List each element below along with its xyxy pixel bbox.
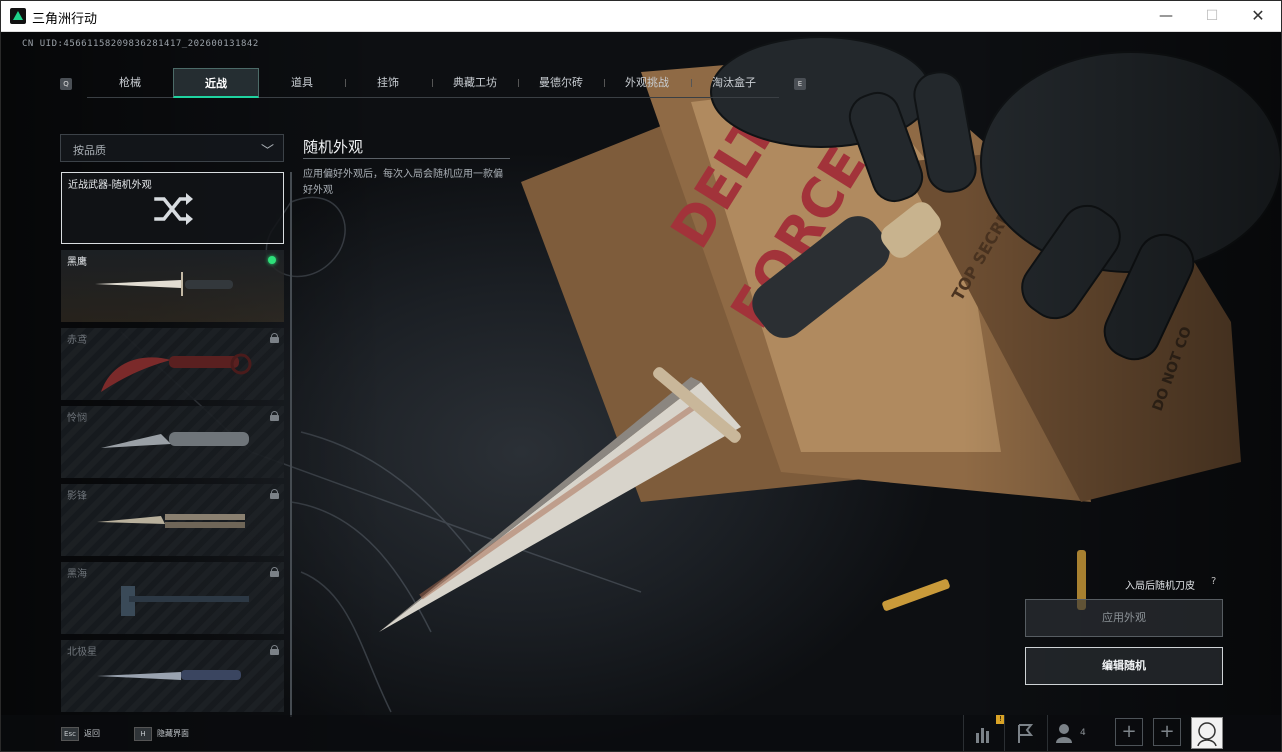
flag-button[interactable]	[1004, 715, 1042, 751]
add-teammate-button[interactable]: +	[1153, 718, 1181, 746]
tab-elimination-box[interactable]: 淘汰盒子	[691, 68, 777, 98]
tab-skin-challenge[interactable]: 外观挑战	[604, 68, 690, 98]
hint-label: 返回	[84, 729, 100, 738]
tab-mandel-brick[interactable]: 曼德尔砖	[518, 68, 604, 98]
filter-label: 按品质	[73, 144, 106, 157]
esc-back-hint[interactable]: Esc 返回	[61, 724, 100, 744]
friends-count: 4	[1080, 728, 1086, 738]
folding-knife-thumbnail	[101, 432, 249, 448]
esc-keycap: Esc	[61, 726, 79, 741]
tab-next-key[interactable]: E	[794, 78, 806, 90]
hide-ui-hint[interactable]: H 隐藏界面	[134, 724, 189, 744]
skin-item-shadow-edge[interactable]: 影锋	[61, 484, 284, 556]
tab-melee[interactable]: 近战	[173, 68, 259, 98]
shuffle-icon	[154, 193, 193, 225]
friends-button[interactable]: 4	[1047, 715, 1099, 751]
edit-random-button[interactable]: 编辑随机	[1025, 647, 1223, 685]
quality-filter-dropdown[interactable]: 按品质 ﹀	[60, 134, 284, 162]
skin-item-mercy[interactable]: 怜悯	[61, 406, 284, 478]
bottom-bar: Esc 返回 H 隐藏界面 ! 4 + +	[1, 715, 1281, 751]
lock-icon	[270, 489, 279, 499]
minimize-button[interactable]: —	[1143, 1, 1189, 32]
random-skin-item[interactable]: 近战武器-随机外观	[61, 172, 284, 244]
lock-icon	[270, 411, 279, 421]
chevron-down-icon: ﹀	[261, 144, 275, 159]
game-scene: DELTA FORCE TOP SECRET DO NOT CO	[1, 32, 1281, 751]
apply-skin-button[interactable]: 应用外观	[1025, 599, 1223, 637]
user-uid: CN UID:45661158209836281417_202600131842	[22, 39, 259, 49]
category-tabs: 枪械 近战 道具 挂饰 典藏工坊 曼德尔砖 外观挑战 淘汰盒子	[87, 68, 779, 98]
info-title: 随机外观	[303, 138, 364, 156]
skin-item-black-sea[interactable]: 黑海	[61, 562, 284, 634]
axe-thumbnail	[121, 586, 249, 616]
maximize-button[interactable]: ☐	[1189, 1, 1235, 32]
divider	[303, 158, 510, 159]
hint-label: 隐藏界面	[157, 729, 189, 738]
list-scrollbar[interactable]	[290, 172, 292, 717]
lock-icon	[270, 645, 279, 655]
title-bar: 三角洲行动 — ☐ ✕	[1, 1, 1281, 32]
game-window: 三角洲行动 — ☐ ✕ DELTA FORCE TOP SE	[0, 0, 1282, 752]
tab-firearms[interactable]: 枪械	[87, 68, 173, 98]
equipped-indicator-icon	[268, 256, 276, 264]
app-logo-icon	[10, 8, 26, 24]
tab-prev-key[interactable]: Q	[60, 78, 72, 90]
add-teammate-button[interactable]: +	[1115, 718, 1143, 746]
avatar[interactable]	[1191, 717, 1223, 749]
h-keycap: H	[134, 726, 152, 741]
help-icon[interactable]: ?	[1211, 576, 1216, 587]
lock-icon	[270, 567, 279, 577]
window-title: 三角洲行动	[32, 12, 98, 27]
karambit-thumbnail	[101, 353, 252, 392]
list-item-name: 近战武器-随机外观	[68, 180, 152, 191]
flag-icon	[1018, 724, 1034, 743]
knife-thumbnail	[97, 670, 241, 680]
skin-item-polaris[interactable]: 北极星	[61, 640, 284, 712]
info-description: 应用偏好外观后，每次入局会随机应用一款偏好外观	[303, 169, 503, 196]
butterfly-knife-thumbnail	[97, 514, 245, 528]
tab-collection-workshop[interactable]: 典藏工坊	[432, 68, 518, 98]
skin-item-black-hawk[interactable]: 黑鹰	[61, 250, 284, 322]
tab-items[interactable]: 道具	[259, 68, 345, 98]
friends-icon	[1056, 724, 1072, 743]
close-button[interactable]: ✕	[1235, 1, 1281, 32]
lock-icon	[270, 333, 279, 343]
stats-button[interactable]: !	[963, 715, 1005, 751]
skin-list: 近战武器-随机外观 黑鹰 赤鸢 怜悯 影锋 黑海 北极星	[61, 172, 285, 717]
skin-item-red-kite[interactable]: 赤鸢	[61, 328, 284, 400]
knife-thumbnail	[95, 272, 233, 296]
avatar-image	[1197, 722, 1217, 747]
tab-charms[interactable]: 挂饰	[345, 68, 431, 98]
random-knife-label: 入局后随机刀皮	[1125, 581, 1195, 592]
